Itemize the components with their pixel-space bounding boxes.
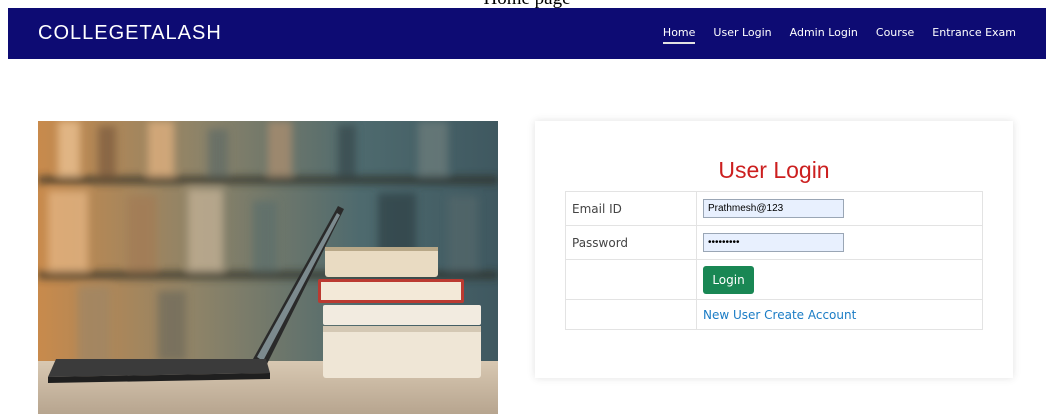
create-account-link[interactable]: New User Create Account: [703, 308, 856, 322]
brand-logo[interactable]: COLLEGETALASH: [38, 22, 222, 45]
button-cell: Login: [696, 259, 983, 300]
password-input[interactable]: [703, 233, 844, 252]
nav-user-login[interactable]: User Login: [713, 26, 771, 44]
empty-cell: [565, 299, 697, 330]
main-nav: Home User Login Admin Login Course Entra…: [645, 26, 1016, 44]
password-label: Password: [565, 225, 697, 260]
login-form: Email ID Password Login New User Create …: [565, 191, 983, 330]
login-title: User Login: [718, 157, 830, 183]
nav-admin-login[interactable]: Admin Login: [790, 26, 858, 44]
link-cell: New User Create Account: [696, 299, 983, 330]
page-caption-text: Home page: [0, 0, 1054, 8]
nav-home[interactable]: Home: [662, 26, 696, 44]
laptop-books-illustration: [38, 121, 498, 414]
nav-course[interactable]: Course: [876, 26, 914, 44]
email-input[interactable]: [703, 199, 844, 218]
page-caption: Home page: [0, 0, 1054, 8]
email-label: Email ID: [565, 191, 697, 226]
email-cell: [696, 191, 983, 226]
empty-cell: [565, 259, 697, 300]
password-cell: [696, 225, 983, 260]
top-navbar: COLLEGETALASH Home User Login Admin Logi…: [8, 8, 1046, 59]
login-card: User Login Email ID Password Login New U…: [535, 121, 1013, 378]
login-button[interactable]: Login: [703, 265, 754, 294]
nav-entrance-exam[interactable]: Entrance Exam: [932, 26, 1016, 44]
hero-image: [38, 121, 498, 414]
